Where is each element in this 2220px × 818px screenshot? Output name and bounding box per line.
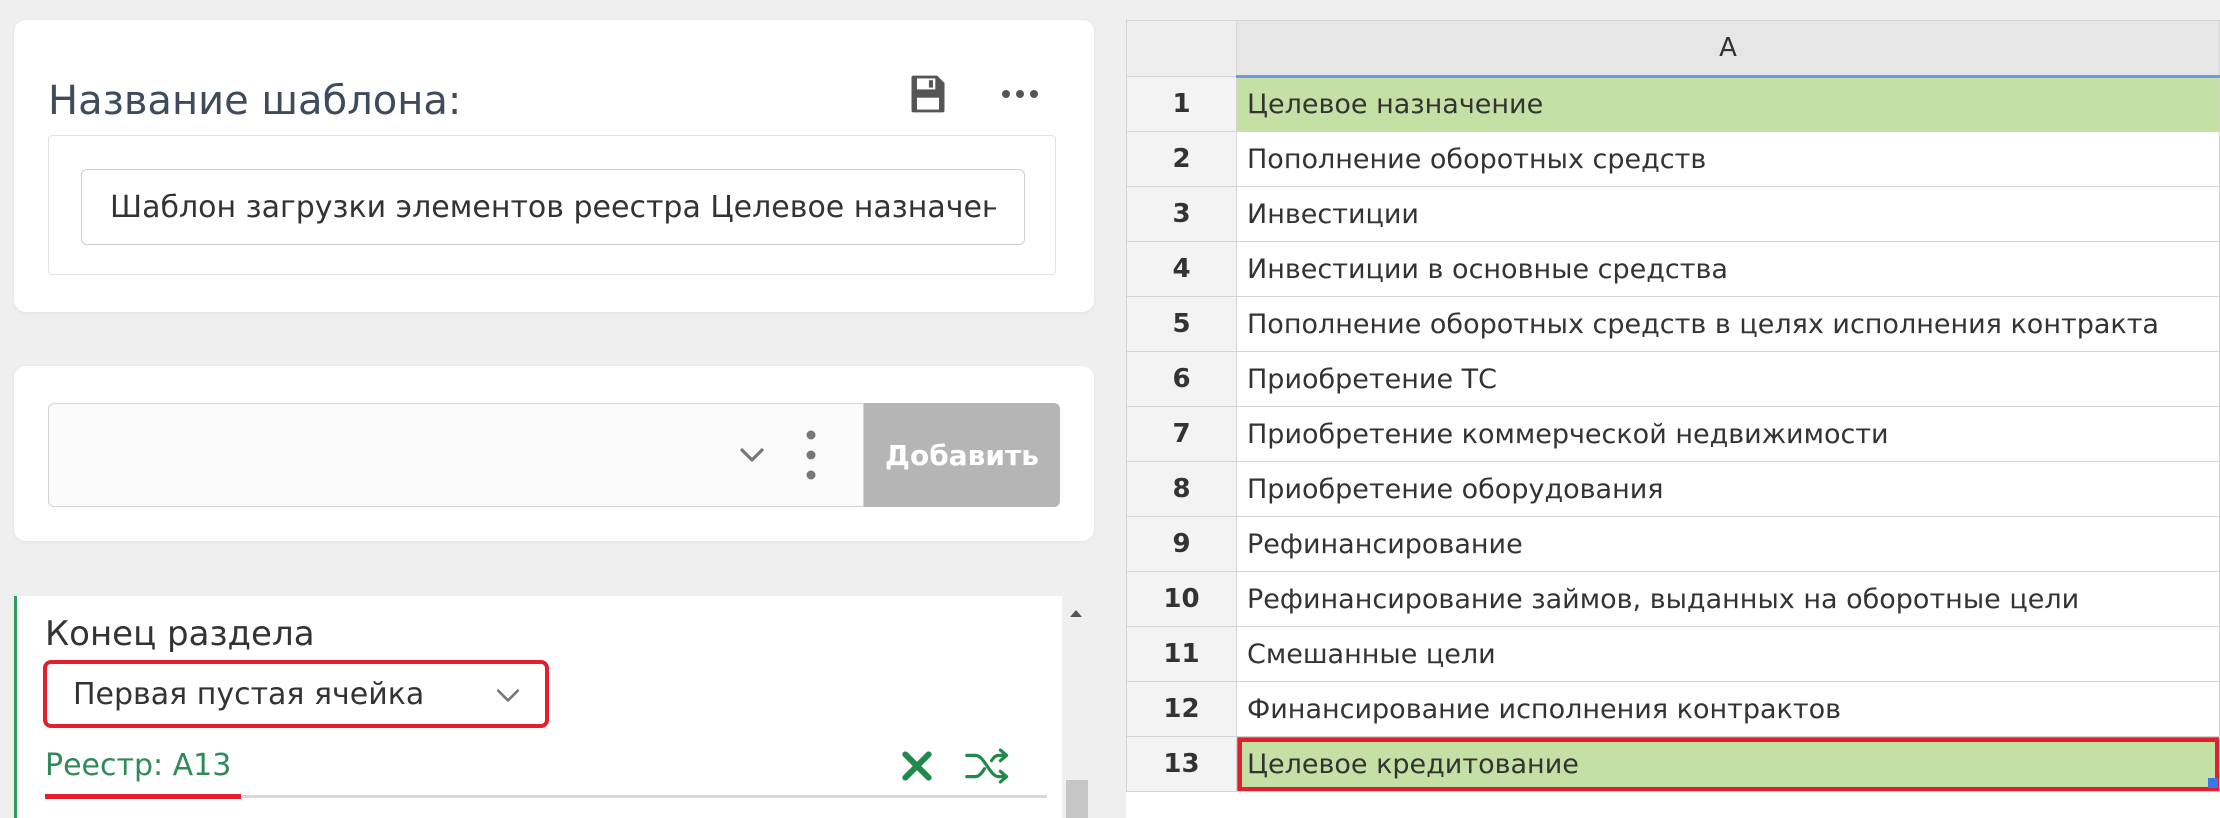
table-cell[interactable]: Рефинансирование <box>1236 516 2220 572</box>
chevron-down-icon[interactable] <box>495 682 521 708</box>
chevron-down-icon[interactable] <box>737 440 767 470</box>
add-element-card: Добавить <box>14 366 1094 541</box>
table-cell[interactable]: Приобретение ТС <box>1236 351 2220 407</box>
table-row: 11 Смешанные цели <box>1126 626 2220 682</box>
table-cell[interactable]: Финансирование исполнения контрактов <box>1236 681 2220 737</box>
table-cell[interactable]: Целевое назначение <box>1236 76 2220 132</box>
registry-reference-underline <box>45 794 241 799</box>
table-cell[interactable]: Инвестиции <box>1236 186 2220 242</box>
table-cell[interactable]: Смешанные цели <box>1236 626 2220 682</box>
table-row: 4 Инвестиции в основные средства <box>1126 241 2220 297</box>
spreadsheet-body: 1 Целевое назначение 2 Пополнение оборотных… <box>1126 76 2220 792</box>
row-header[interactable]: 5 <box>1126 296 1237 352</box>
section-end-dropdown-value: Первая пустая ячейка <box>73 677 425 712</box>
section-end-panel: Конец раздела Первая пустая ячейка Реест… <box>14 596 1062 818</box>
section-end-dropdown[interactable]: Первая пустая ячейка <box>43 660 549 728</box>
table-row: 8 Приобретение оборудования <box>1126 461 2220 517</box>
table-cell[interactable]: Пополнение оборотных средств <box>1236 131 2220 187</box>
column-header-a[interactable]: A <box>1236 20 2220 78</box>
table-row: 10 Рефинансирование займов, выданных на о… <box>1126 571 2220 627</box>
table-row: 9 Рефинансирование <box>1126 516 2220 572</box>
element-select[interactable] <box>48 403 864 507</box>
floppy-disk-icon[interactable] <box>906 72 950 116</box>
row-header[interactable]: 12 <box>1126 681 1237 737</box>
corner-cell[interactable] <box>1126 20 1237 77</box>
registry-reference: Реестр: A13 <box>45 748 232 783</box>
template-name-box <box>48 135 1056 275</box>
row-header[interactable]: 2 <box>1126 131 1237 187</box>
scrollbar-thumb[interactable] <box>1066 780 1088 818</box>
table-row: 2 Пополнение оборотных средств <box>1126 131 2220 187</box>
scroll-up-icon[interactable] <box>1068 606 1084 620</box>
ellipsis-icon[interactable] <box>1000 86 1040 102</box>
table-cell[interactable]: Инвестиции в основные средства <box>1236 241 2220 297</box>
row-header[interactable]: 9 <box>1126 516 1237 572</box>
row-header[interactable]: 4 <box>1126 241 1237 297</box>
row-header[interactable]: 8 <box>1126 461 1237 517</box>
shuffle-icon[interactable] <box>965 744 1011 788</box>
table-cell[interactable]: Приобретение коммерческой недвижимости <box>1236 406 2220 462</box>
add-button[interactable]: Добавить <box>864 403 1060 507</box>
spreadsheet-grid: A 1 Целевое назначение 2 Пополнение оборотн… <box>1126 20 2220 792</box>
table-cell[interactable]: Рефинансирование займов, выданных на обо… <box>1236 571 2220 627</box>
row-header[interactable]: 13 <box>1126 736 1237 792</box>
spreadsheet: A 1 Целевое назначение 2 Пополнение оборотн… <box>1126 20 2220 818</box>
close-x-icon[interactable] <box>897 746 937 786</box>
table-cell[interactable]: Приобретение оборудования <box>1236 461 2220 517</box>
table-row: 12 Финансирование исполнения контрактов <box>1126 681 2220 737</box>
row-header[interactable]: 1 <box>1126 76 1237 132</box>
template-name-title: Название шаблона: <box>48 78 462 124</box>
row-header[interactable]: 7 <box>1126 406 1237 462</box>
row-header[interactable]: 10 <box>1126 571 1237 627</box>
table-cell[interactable]: Пополнение оборотных средств в целях исп… <box>1236 296 2220 352</box>
row-header[interactable]: 11 <box>1126 626 1237 682</box>
selected-cell[interactable]: Целевое кредитование <box>1236 736 2220 792</box>
section-end-label: Конец раздела <box>45 614 315 654</box>
kebab-menu-icon[interactable] <box>805 428 817 482</box>
table-row: 3 Инвестиции <box>1126 186 2220 242</box>
table-row: 7 Приобретение коммерческой недвижимости <box>1126 406 2220 462</box>
row-header[interactable]: 6 <box>1126 351 1237 407</box>
table-row: 6 Приобретение ТС <box>1126 351 2220 407</box>
template-name-input[interactable] <box>81 169 1025 245</box>
table-row: 13 Целевое кредитование <box>1126 736 2220 792</box>
template-name-card: Название шаблона: <box>14 20 1094 312</box>
table-row: 5 Пополнение оборотных средств в целях ис… <box>1126 296 2220 352</box>
fill-handle[interactable] <box>2208 778 2218 788</box>
row-header[interactable]: 3 <box>1126 186 1237 242</box>
registry-divider <box>241 795 1047 798</box>
table-row: 1 Целевое назначение <box>1126 76 2220 132</box>
